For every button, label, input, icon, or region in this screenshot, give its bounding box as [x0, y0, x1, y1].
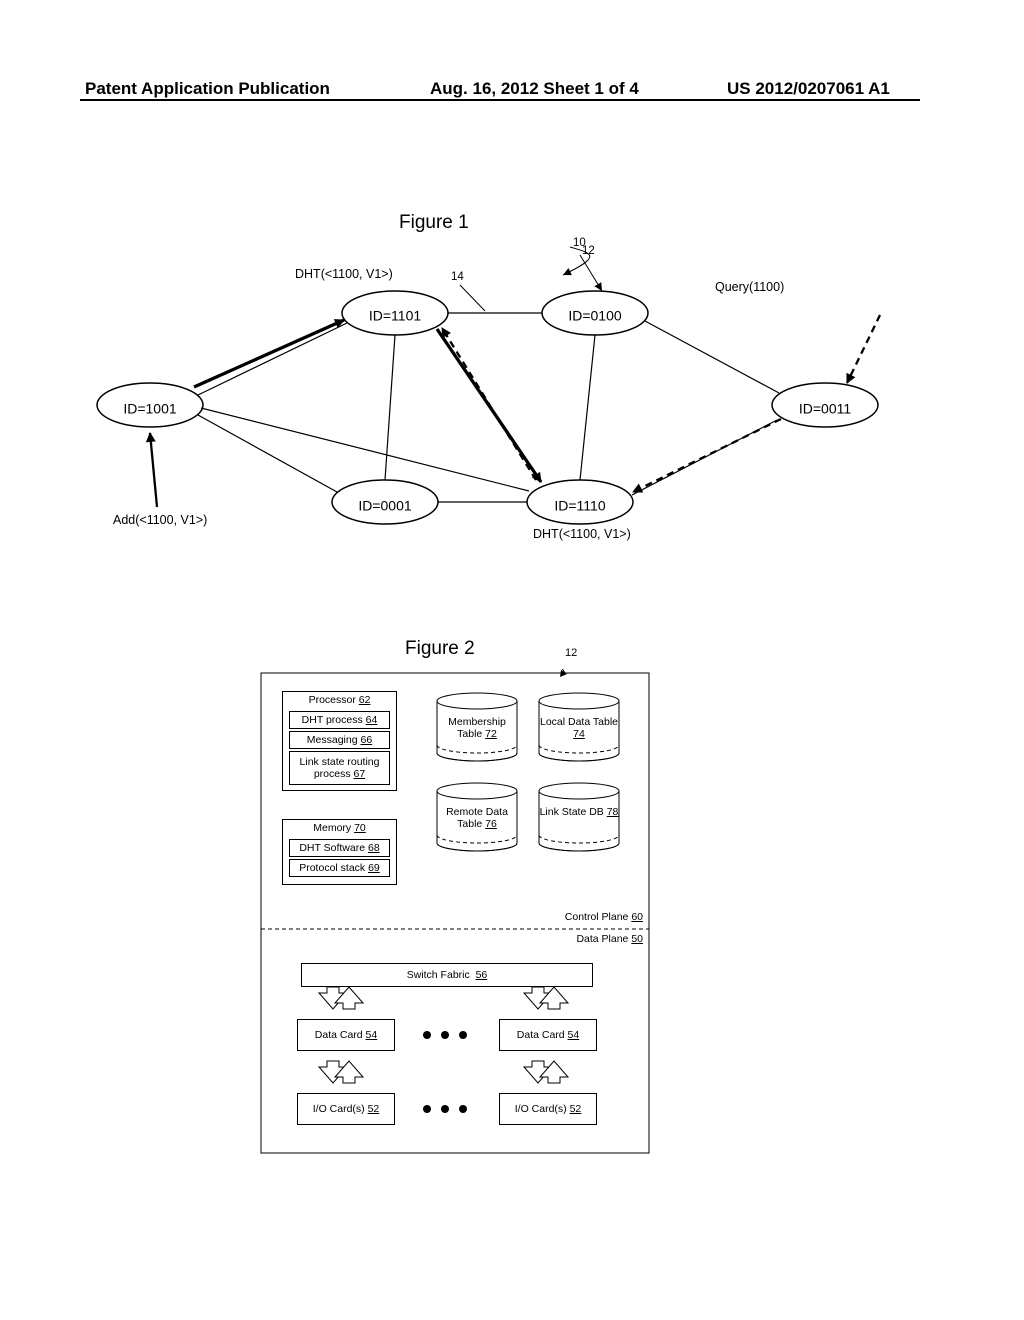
- figure-1-title: Figure 1: [399, 212, 469, 234]
- data-card-left: Data Card 54: [297, 1019, 395, 1051]
- label-dht-1110: DHT(<1100, V1>): [533, 527, 631, 541]
- label-add: Add(<1100, V1>): [113, 513, 207, 527]
- processor-label: Processor 62: [282, 691, 397, 709]
- header-rule: [80, 99, 920, 101]
- label-dht-1101: DHT(<1100, V1>): [295, 267, 393, 281]
- ellipsis-dot: [441, 1105, 449, 1113]
- page: Patent Application Publication Aug. 16, …: [0, 0, 1024, 1320]
- io-card-right: I/O Card(s) 52: [499, 1093, 597, 1125]
- ref-14: 14: [451, 271, 464, 283]
- dht-software: DHT Software 68: [289, 839, 390, 857]
- remote-data-table: Remote Data Table 76: [437, 806, 517, 830]
- data-card-right: Data Card 54: [499, 1019, 597, 1051]
- link-state-routing-process: Link state routing process 67: [289, 751, 390, 785]
- dht-process: DHT process 64: [289, 711, 390, 729]
- local-data-table: Local Data Table 74: [539, 716, 619, 740]
- svg-text:ID=0001: ID=0001: [358, 498, 412, 514]
- membership-table: Membership Table 72: [437, 716, 517, 740]
- figure-2-title: Figure 2: [405, 638, 475, 660]
- svg-text:ID=1101: ID=1101: [369, 308, 421, 324]
- ref-12: 12: [582, 245, 595, 257]
- messaging: Messaging 66: [289, 731, 390, 749]
- figure-2: Processor 62 DHT process 64 Messaging 66…: [255, 669, 655, 1159]
- ellipsis-dot: [441, 1031, 449, 1039]
- ellipsis-dot: [459, 1105, 467, 1113]
- ellipsis-dot: [459, 1031, 467, 1039]
- svg-text:ID=0011: ID=0011: [799, 401, 851, 417]
- data-plane: Data Plane 50: [576, 933, 643, 945]
- svg-text:ID=1001: ID=1001: [123, 401, 177, 417]
- control-plane: Control Plane 60: [565, 911, 643, 923]
- memory-label: Memory 70: [282, 819, 397, 837]
- ellipsis-dot: [423, 1105, 431, 1113]
- switch-fabric: Switch Fabric 56: [301, 963, 593, 987]
- ellipsis-dot: [423, 1031, 431, 1039]
- protocol-stack: Protocol stack 69: [289, 859, 390, 877]
- label-query: Query(1100): [715, 280, 784, 294]
- io-card-left: I/O Card(s) 52: [297, 1093, 395, 1125]
- header-center: Aug. 16, 2012 Sheet 1 of 4: [430, 79, 639, 99]
- header-left: Patent Application Publication: [85, 79, 330, 99]
- svg-text:ID=0100: ID=0100: [568, 308, 622, 324]
- svg-text:ID=1110: ID=1110: [554, 498, 605, 514]
- fig2-ref-12: 12: [565, 647, 577, 659]
- figure-1: ID=1001 ID=1101 ID=0100 ID=0011 ID=0001 …: [85, 235, 915, 585]
- link-state-db: Link State DB 78: [539, 806, 619, 818]
- header-right: US 2012/0207061 A1: [727, 79, 890, 99]
